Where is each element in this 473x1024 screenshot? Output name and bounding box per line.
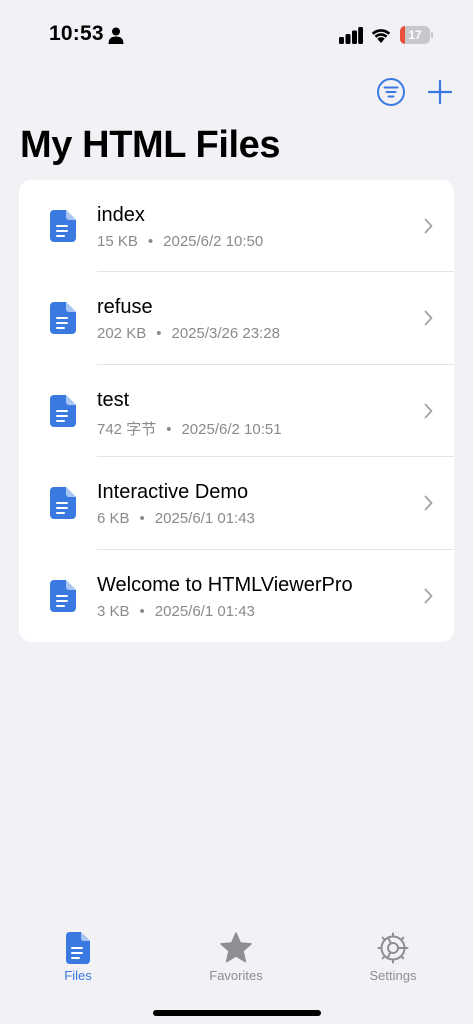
- file-name: Interactive Demo: [97, 481, 249, 504]
- meta-separator: •: [147, 233, 154, 250]
- doc-icon: [50, 302, 76, 335]
- home-indicator[interactable]: [153, 1010, 321, 1016]
- star-icon: [220, 932, 252, 963]
- file-name: Welcome to HTMLViewerPro: [97, 573, 353, 596]
- file-row[interactable]: index 15 KB • 2025/6/2 10:50: [19, 180, 454, 273]
- doc-icon: [50, 579, 76, 612]
- tab-bar: Files Favorites Settings: [0, 920, 473, 1024]
- tab-label: Files: [64, 968, 92, 983]
- tab-favorites[interactable]: Favorites: [176, 932, 296, 992]
- chevron-right-icon: [424, 310, 433, 326]
- file-name: refuse: [97, 296, 153, 319]
- battery-icon: 17: [400, 26, 433, 44]
- file-size: 3 KB: [97, 602, 130, 620]
- file-date: 2025/6/2 10:50: [163, 233, 264, 250]
- doc-icon: [66, 932, 90, 964]
- file-meta: 742 字节 • 2025/6/2 10:51: [97, 418, 282, 439]
- file-size: 15 KB: [97, 233, 138, 250]
- tab-label: Favorites: [209, 968, 263, 983]
- chevron-right-icon: [424, 403, 433, 419]
- file-meta: 15 KB • 2025/6/2 10:50: [97, 233, 263, 250]
- file-name: test: [97, 388, 130, 411]
- wifi-icon: [371, 29, 391, 43]
- meta-separator: •: [139, 510, 145, 528]
- meta-separator: •: [156, 325, 162, 343]
- meta-separator: •: [139, 602, 145, 620]
- chevron-right-icon: [424, 495, 433, 511]
- gear-icon: [377, 932, 409, 964]
- tab-files[interactable]: Files: [18, 932, 138, 992]
- doc-icon: [50, 394, 76, 427]
- add-file-button[interactable]: [427, 79, 453, 105]
- file-list: index 15 KB • 2025/6/2 10:50 refuse 202 KB…: [19, 180, 454, 642]
- status-bar: 10:53 17: [0, 0, 473, 70]
- battery-level: 17: [408, 28, 422, 42]
- file-date: 2025/6/2 10:51: [181, 420, 282, 438]
- tab-label: Settings: [369, 968, 417, 983]
- file-date: 2025/6/1 01:43: [154, 510, 255, 528]
- cellular-signal-icon: [339, 27, 363, 44]
- chevron-right-icon: [424, 588, 433, 603]
- doc-icon: [50, 487, 76, 520]
- file-name: index: [97, 204, 145, 226]
- file-row[interactable]: refuse 202 KB • 2025/3/26 23:28: [19, 272, 454, 365]
- person-icon: [108, 27, 124, 44]
- file-row[interactable]: Interactive Demo 6 KB • 2025/6/1 01:43: [19, 457, 454, 550]
- file-row[interactable]: test 742 字节 • 2025/6/2 10:51: [19, 365, 454, 458]
- file-date: 2025/3/26 23:28: [171, 325, 280, 343]
- file-meta: 6 KB • 2025/6/1 01:43: [97, 510, 255, 527]
- file-size: 202 KB: [97, 325, 147, 343]
- file-row[interactable]: Welcome to HTMLViewerPro 3 KB • 2025/6/1 0…: [19, 550, 454, 642]
- nav-bar: [0, 76, 473, 108]
- file-size: 6 KB: [97, 510, 130, 528]
- file-date: 2025/6/1 01:43: [154, 602, 255, 620]
- page-title: My HTML Files: [20, 124, 281, 166]
- status-time: 10:53: [49, 22, 104, 45]
- file-meta: 202 KB • 2025/3/26 23:28: [97, 325, 280, 342]
- chevron-right-icon: [424, 218, 433, 234]
- file-meta: 3 KB • 2025/6/1 01:43: [97, 603, 255, 620]
- tab-settings[interactable]: Settings: [333, 932, 453, 992]
- doc-icon: [50, 210, 76, 242]
- filter-button[interactable]: [376, 77, 406, 107]
- meta-separator: •: [166, 420, 172, 438]
- file-size: 742 字节: [97, 420, 157, 438]
